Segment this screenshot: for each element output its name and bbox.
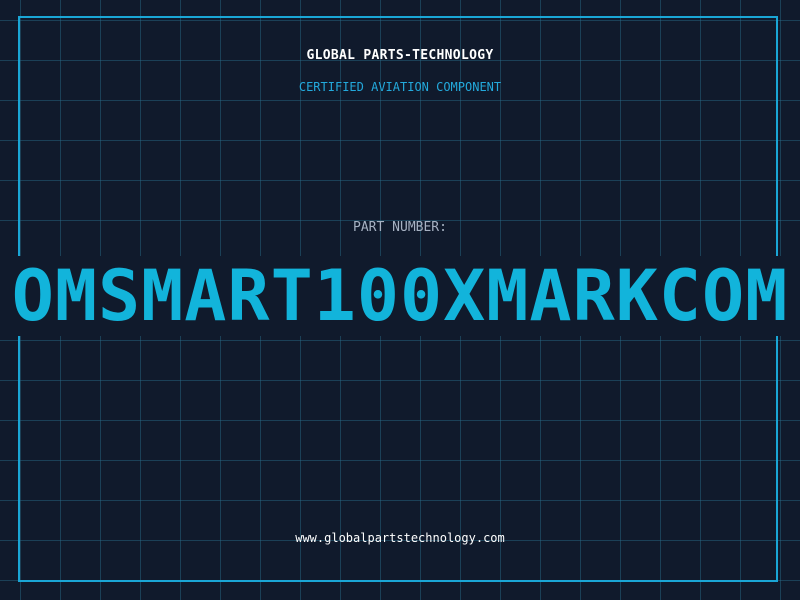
part-number-value: OMSMART100XMARKCOM — [11, 256, 789, 336]
website-url: www.globalpartstechnology.com — [295, 531, 505, 545]
certificate-subtitle: CERTIFIED AVIATION COMPONENT — [298, 80, 502, 94]
certificate-canvas: GLOBAL PARTS-TECHNOLOGY CERTIFIED AVIATI… — [0, 0, 800, 600]
company-name: GLOBAL PARTS-TECHNOLOGY — [306, 48, 494, 63]
part-number-label: PART NUMBER: — [353, 220, 447, 235]
part-number-band: OMSMART100XMARKCOM — [0, 256, 800, 336]
